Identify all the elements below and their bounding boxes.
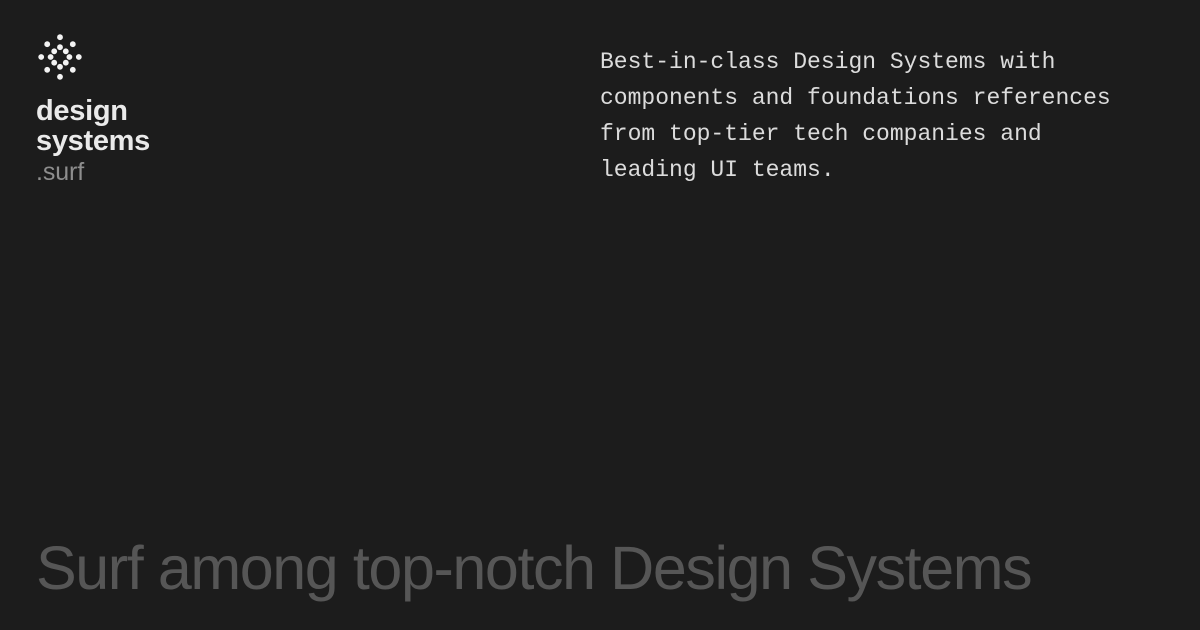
description-text: Best-in-class Design Systems with compon…	[600, 49, 1125, 183]
wordmark: design systems .surf	[36, 96, 456, 188]
wordmark-line-systems: systems	[36, 125, 150, 157]
wordmark-line-design: design	[36, 95, 128, 127]
radial-dot-sunburst-icon	[38, 34, 82, 80]
headline: Surf among top-notch Design Systems	[36, 534, 1033, 602]
brand-block: design systems .surf	[36, 34, 456, 188]
wordmark-tld: .surf	[36, 158, 85, 186]
open-graph-card: design systems .surf Best-in-class Desig…	[0, 0, 1200, 630]
